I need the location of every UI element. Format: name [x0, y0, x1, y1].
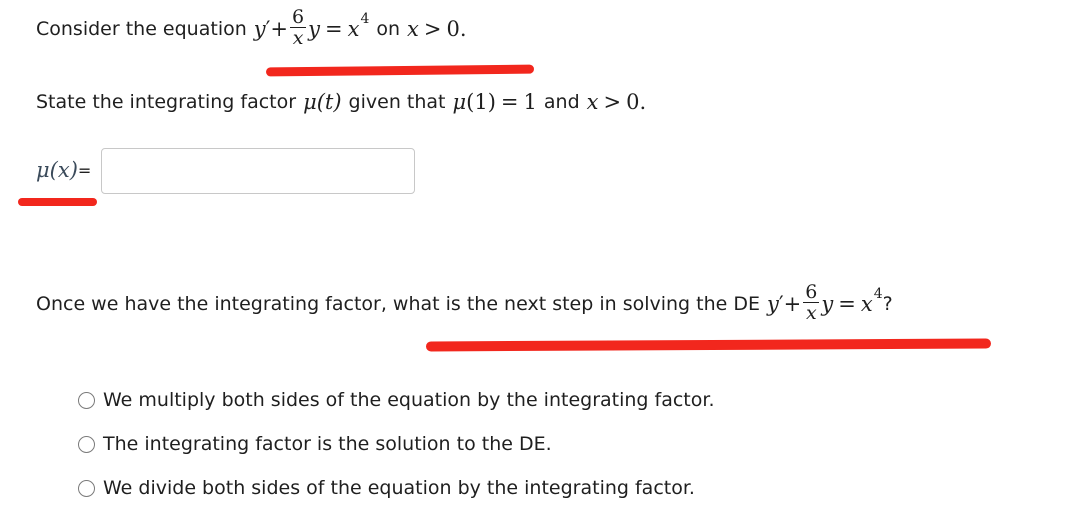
- zero: 0: [626, 90, 640, 114]
- radio-button[interactable]: [78, 391, 95, 409]
- and-text: and: [543, 91, 580, 113]
- plus-sign: +: [270, 16, 289, 41]
- on-word: on: [376, 17, 401, 40]
- integrating-factor-input[interactable]: [101, 148, 415, 194]
- option-solution[interactable]: The integrating factor is the solution t…: [78, 422, 714, 466]
- zero: 0: [446, 16, 460, 41]
- var-x: x: [860, 291, 873, 316]
- integrating-factor-prompt: State the integrating factor μ (t) given …: [36, 90, 646, 114]
- mu-symbol: μ: [36, 158, 50, 182]
- answer-label: μ (x) =: [36, 158, 91, 182]
- option-label: The integrating factor is the solution t…: [103, 433, 552, 455]
- mu-one-argument: (1): [466, 90, 496, 114]
- mu-x-argument: (x): [49, 158, 78, 182]
- var-y: y: [308, 16, 320, 41]
- equals-sign: =: [77, 160, 92, 180]
- fraction-numerator: 6: [292, 6, 305, 28]
- one-value: 1: [523, 90, 537, 114]
- statement-prefix: Consider the equation: [36, 17, 247, 40]
- radio-button[interactable]: [78, 435, 95, 453]
- mu-argument: (t): [316, 90, 342, 114]
- fraction-6-over-x: 6 x: [803, 281, 820, 325]
- plus-sign: +: [783, 291, 802, 316]
- red-underline-equation: [265, 64, 535, 77]
- fraction-denominator: x: [805, 302, 817, 325]
- prompt-prefix: State the integrating factor: [36, 91, 297, 113]
- mu-symbol: μ: [452, 90, 467, 114]
- greater-than: >: [423, 16, 442, 41]
- var-y: y: [767, 291, 779, 316]
- radio-button[interactable]: [78, 479, 95, 497]
- next-step-question: Once we have the integrating factor, wha…: [36, 281, 893, 325]
- equals-sign: =: [325, 16, 343, 41]
- exponent: 4: [360, 10, 370, 27]
- equals-sign: =: [838, 291, 856, 316]
- fraction-denominator: x: [292, 27, 304, 50]
- red-underline-question: [425, 338, 992, 352]
- period: .: [459, 16, 467, 41]
- greater-than: >: [603, 90, 622, 114]
- var-y: y: [821, 291, 834, 316]
- option-divide[interactable]: We divide both sides of the equation by …: [78, 466, 714, 510]
- question-prefix: Once we have the integrating factor, wha…: [36, 292, 761, 315]
- given-text: given that: [348, 91, 446, 113]
- answer-options: We multiply both sides of the equation b…: [78, 378, 714, 510]
- red-underline-answer: [18, 198, 97, 206]
- var-x: x: [347, 16, 360, 41]
- var-y: y: [253, 16, 266, 41]
- exponent: 4: [873, 285, 883, 302]
- option-label: We divide both sides of the equation by …: [103, 477, 695, 499]
- fraction-numerator: 6: [805, 281, 818, 303]
- fraction-6-over-x: 6 x: [290, 6, 307, 50]
- period: .: [639, 90, 647, 114]
- equation-statement: Consider the equation y ′ + 6 x y = x4 on …: [36, 6, 467, 50]
- equals-sign: =: [500, 90, 519, 114]
- var-x: x: [586, 90, 599, 114]
- option-multiply[interactable]: We multiply both sides of the equation b…: [78, 378, 714, 422]
- mu-symbol: μ: [303, 90, 317, 114]
- question-mark: ?: [882, 292, 893, 315]
- cond-x: x: [407, 16, 419, 41]
- option-label: We multiply both sides of the equation b…: [103, 389, 715, 411]
